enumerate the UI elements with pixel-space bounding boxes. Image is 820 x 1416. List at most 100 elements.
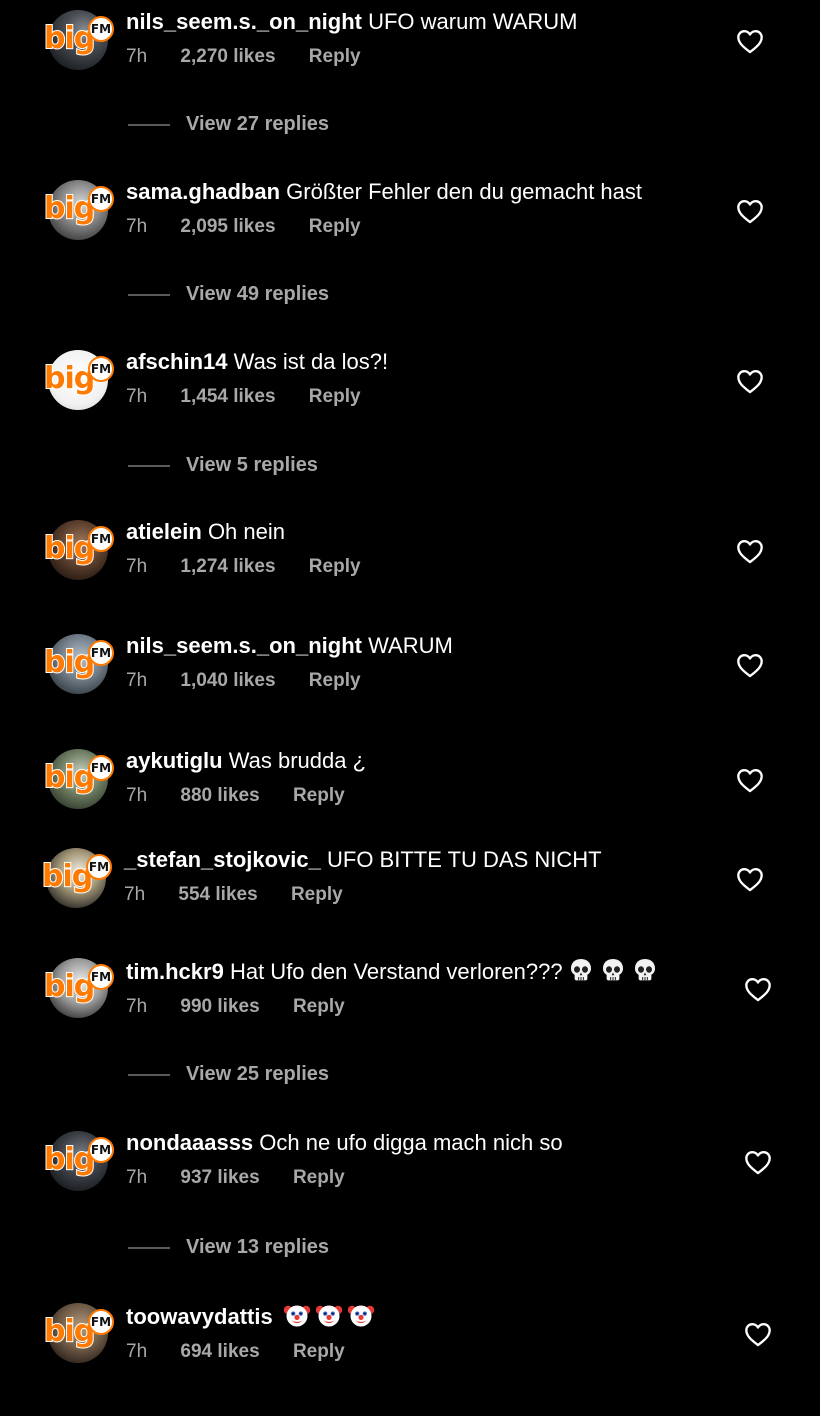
view-replies[interactable]: View 13 replies: [128, 1233, 628, 1263]
heart-icon[interactable]: [736, 767, 764, 793]
comment-body: tim.hckr9 Hat Ufo den Verstand verloren?…: [126, 956, 726, 1018]
skull-icon: [631, 956, 659, 984]
avatar[interactable]: big FM: [43, 1129, 120, 1193]
bigfm-logo: big: [43, 361, 96, 396]
heart-icon[interactable]: [736, 652, 764, 678]
comment-likes[interactable]: 1,454 likes: [180, 386, 275, 407]
comment-line: _stefan_stojkovic_ UFO BITTE TU DAS NICH…: [124, 846, 724, 874]
comment-username[interactable]: afschin14: [126, 349, 228, 374]
comment-item: big FM toowavydattis 7h 694 likes Reply: [0, 1301, 820, 1371]
comment-likes[interactable]: 2,270 likes: [180, 46, 275, 67]
comment-username[interactable]: nils_seem.s._on_night: [126, 9, 362, 34]
comment-username[interactable]: nondaaasss: [126, 1130, 253, 1155]
comment-item: big FM sama.ghadban Größter Fehler den d…: [0, 178, 820, 248]
comment-meta: 7h 554 likes Reply: [124, 884, 724, 906]
view-replies[interactable]: View 25 replies: [128, 1060, 628, 1090]
heart-icon[interactable]: [744, 1321, 772, 1347]
reply-button[interactable]: Reply: [293, 996, 345, 1017]
comment-meta: 7h 694 likes Reply: [126, 1341, 726, 1363]
view-replies-label: View 5 replies: [186, 454, 318, 476]
comment-username[interactable]: atielein: [126, 519, 202, 544]
comment-username[interactable]: sama.ghadban: [126, 179, 280, 204]
comment-line: atielein Oh nein: [126, 518, 726, 546]
comment-username[interactable]: toowavydattis: [126, 1304, 273, 1329]
comment-likes[interactable]: 2,095 likes: [180, 216, 275, 237]
comment-item: big FM nils_seem.s._on_night WARUM 7h 1,…: [0, 632, 820, 702]
comment-likes[interactable]: 554 likes: [178, 884, 257, 905]
replies-divider: [128, 294, 170, 296]
clown-face-icon: [315, 1301, 343, 1329]
comment-text: Oh nein: [207, 519, 285, 544]
comment-text: UFO BITTE TU DAS NICHT: [327, 847, 602, 872]
heart-icon[interactable]: [736, 198, 764, 224]
avatar[interactable]: big FM: [43, 632, 120, 696]
comment-likes[interactable]: 1,274 likes: [180, 556, 275, 577]
reply-button[interactable]: Reply: [309, 216, 361, 237]
comment-username[interactable]: tim.hckr9: [126, 959, 224, 984]
avatar[interactable]: big FM: [43, 348, 120, 412]
comment-meta: 7h 880 likes Reply: [126, 785, 726, 807]
comment-text: Och ne ufo digga mach nich so: [259, 1130, 563, 1155]
reply-button[interactable]: Reply: [291, 884, 343, 905]
reply-button[interactable]: Reply: [309, 386, 361, 407]
view-replies[interactable]: View 5 replies: [128, 451, 628, 481]
avatar[interactable]: big FM: [43, 178, 120, 242]
bigfm-logo: big: [43, 191, 96, 226]
reply-button[interactable]: Reply: [309, 46, 361, 67]
clown-face-icon: [347, 1301, 375, 1329]
bigfm-logo: big: [43, 645, 96, 680]
fm-badge: FM: [88, 1309, 114, 1335]
avatar[interactable]: big FM: [43, 8, 120, 72]
comment-body: aykutiglu Was brudda ¿ 7h 880 likes Repl…: [126, 747, 726, 807]
view-replies[interactable]: View 49 replies: [128, 280, 628, 310]
comment-text: Was brudda ¿: [228, 748, 367, 773]
heart-icon[interactable]: [736, 538, 764, 564]
view-replies-label: View 25 replies: [186, 1063, 330, 1085]
heart-icon[interactable]: [736, 866, 764, 892]
replies-divider: [128, 124, 170, 126]
bigfm-logo: big: [43, 1314, 96, 1349]
heart-icon[interactable]: [736, 28, 764, 54]
comment-likes[interactable]: 937 likes: [180, 1167, 259, 1188]
reply-button[interactable]: Reply: [309, 670, 361, 691]
comment-line: afschin14 Was ist da los?!: [126, 348, 726, 376]
comment-item: big FM atielein Oh nein 7h 1,274 likes R…: [0, 518, 820, 588]
avatar[interactable]: big FM: [41, 846, 118, 910]
reply-button[interactable]: Reply: [293, 785, 345, 806]
comment-body: sama.ghadban Größter Fehler den du gemac…: [126, 178, 726, 238]
view-replies-label: View 13 replies: [186, 1236, 330, 1258]
comment-item: big FM _stefan_stojkovic_ UFO BITTE TU D…: [0, 846, 820, 916]
avatar[interactable]: big FM: [43, 1301, 120, 1365]
reply-button[interactable]: Reply: [293, 1341, 345, 1362]
heart-icon[interactable]: [736, 368, 764, 394]
view-replies-label: View 27 replies: [186, 113, 330, 135]
comment-likes[interactable]: 880 likes: [180, 785, 259, 806]
comment-text: Größter Fehler den du gemacht hast: [286, 179, 643, 204]
heart-icon[interactable]: [744, 976, 772, 1002]
fm-badge: FM: [88, 186, 114, 212]
heart-icon[interactable]: [744, 1149, 772, 1175]
comment-likes[interactable]: 694 likes: [180, 1341, 259, 1362]
comment-line: nondaaasss Och ne ufo digga mach nich so: [126, 1129, 726, 1157]
comment-time: 7h: [126, 670, 148, 691]
fm-badge: FM: [88, 356, 114, 382]
clown-face-icon: [283, 1301, 311, 1329]
avatar[interactable]: big FM: [43, 518, 120, 582]
comment-line: toowavydattis: [126, 1301, 726, 1331]
comment-body: nils_seem.s._on_night UFO warum WARUM 7h…: [126, 8, 726, 68]
comment-line: sama.ghadban Größter Fehler den du gemac…: [126, 178, 726, 206]
replies-divider: [128, 1074, 170, 1076]
comment-username[interactable]: _stefan_stojkovic_: [124, 847, 321, 872]
reply-button[interactable]: Reply: [293, 1167, 345, 1188]
comment-likes[interactable]: 1,040 likes: [180, 670, 275, 691]
avatar[interactable]: big FM: [43, 956, 120, 1020]
comment-username[interactable]: aykutiglu: [126, 748, 223, 773]
avatar[interactable]: big FM: [43, 747, 120, 811]
comment-time: 7h: [126, 1341, 148, 1362]
comment-text: WARUM: [368, 633, 453, 658]
comment-username[interactable]: nils_seem.s._on_night: [126, 633, 362, 658]
reply-button[interactable]: Reply: [309, 556, 361, 577]
comment-likes[interactable]: 990 likes: [180, 996, 259, 1017]
comment-meta: 7h 937 likes Reply: [126, 1167, 726, 1189]
view-replies[interactable]: View 27 replies: [128, 110, 628, 140]
